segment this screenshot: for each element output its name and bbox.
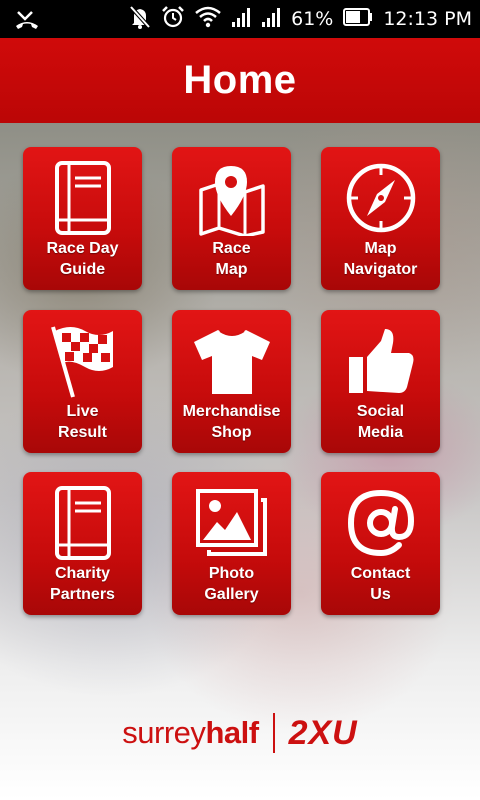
book-icon	[23, 155, 142, 241]
battery-percentage: 61%	[291, 8, 334, 30]
at-sign-icon	[321, 480, 440, 566]
tile-label: Merchandise Shop	[182, 403, 281, 441]
tile-merchandise-shop[interactable]: Merchandise Shop	[172, 310, 291, 453]
tile-live-result[interactable]: Live Result	[23, 310, 142, 453]
home-content: Race Day Guide Race Map Map Navigator Li…	[0, 123, 480, 800]
tile-label: Contact Us	[350, 565, 411, 603]
tile-race-map[interactable]: Race Map	[172, 147, 291, 290]
missed-call-icon	[14, 8, 40, 34]
tile-label: Charity Partners	[50, 565, 115, 603]
mute-icon	[129, 5, 151, 33]
alarm-icon	[161, 5, 185, 33]
status-bar: 61% 12:13 PM	[0, 0, 480, 38]
tile-label: Map Navigator	[343, 240, 418, 278]
map-pin-icon	[172, 155, 291, 241]
tile-map-navigator[interactable]: Map Navigator	[321, 147, 440, 290]
logo-divider	[272, 713, 275, 753]
tile-photo-gallery[interactable]: Photo Gallery	[172, 472, 291, 615]
compass-icon	[321, 155, 440, 241]
signal-icon	[261, 6, 281, 32]
book-icon	[23, 480, 142, 566]
app-header: Home	[0, 38, 480, 123]
tile-race-day-guide[interactable]: Race Day Guide	[23, 147, 142, 290]
tile-label: Live Result	[58, 403, 107, 441]
2xu-logo: 2XU	[288, 713, 358, 752]
surreyhalf-logo: surreyhalf	[122, 715, 259, 750]
checkered-flag-icon	[23, 318, 142, 404]
tshirt-icon	[172, 318, 291, 404]
page-title: Home	[183, 58, 297, 102]
thumbs-up-icon	[321, 318, 440, 404]
tile-contact-us[interactable]: Contact Us	[321, 472, 440, 615]
wifi-icon	[195, 6, 221, 32]
status-time: 12:13 PM	[383, 8, 472, 30]
sponsor-logos: surreyhalf 2XU	[0, 708, 480, 758]
tile-label: Race Day Guide	[46, 240, 119, 278]
signal-icon	[231, 6, 251, 32]
tile-label: Race Map	[212, 240, 251, 278]
tile-charity-partners[interactable]: Charity Partners	[23, 472, 142, 615]
battery-icon	[343, 8, 373, 30]
tile-social-media[interactable]: Social Media	[321, 310, 440, 453]
photo-gallery-icon	[172, 480, 291, 566]
tile-label: Photo Gallery	[204, 565, 259, 603]
tile-label: Social Media	[356, 403, 405, 441]
